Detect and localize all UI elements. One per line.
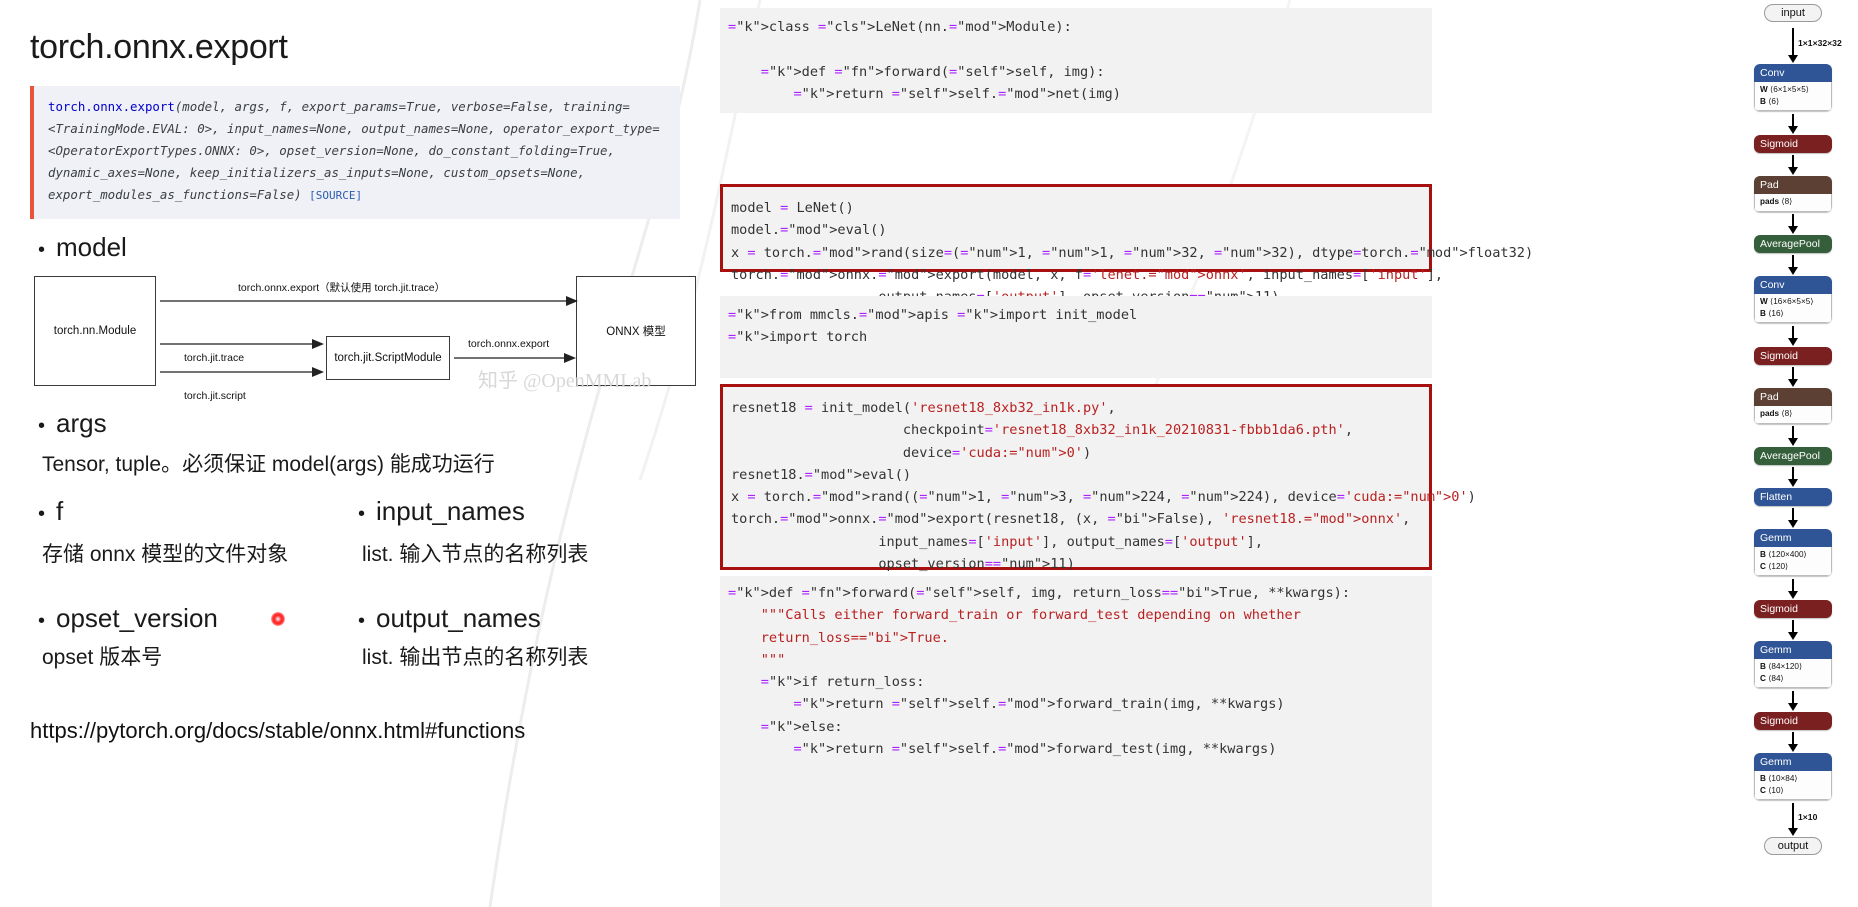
function-signature-text: torch.onnx.export(model, args, f, export… xyxy=(48,96,668,207)
onnx-node-type-label: Conv xyxy=(1754,276,1832,294)
source-link[interactable]: [SOURCE] xyxy=(309,189,362,202)
onnx-node-averagepool: AveragePool xyxy=(1754,447,1832,465)
bullet-model: • model xyxy=(38,232,127,263)
export-flow-diagram: torch.nn.Module torch.jit.ScriptModule O… xyxy=(30,276,696,402)
code-block-imports: ="k">from mmcls.="mod">apis ="k">import … xyxy=(720,296,1432,378)
bullet-opset-version-label: opset_version xyxy=(56,603,218,633)
bullet-input-names: • input_names xyxy=(358,496,525,527)
onnx-edge-arrow-icon xyxy=(1788,803,1798,836)
onnx-edge-arrow-icon xyxy=(1788,28,1798,63)
onnx-node-attributes: B ⟨10×84⟩ C ⟨10⟩ xyxy=(1754,771,1832,800)
onnx-edge-arrow-icon xyxy=(1788,467,1798,487)
bullet-dot-icon: • xyxy=(38,610,46,632)
onnx-edge-arrow-icon xyxy=(1788,326,1798,346)
onnx-node-attributes: B ⟨84×120⟩ C ⟨84⟩ xyxy=(1754,659,1832,688)
bullet-dot-icon: • xyxy=(38,415,46,437)
left-content-panel: torch.onnx.export torch.onnx.export(mode… xyxy=(0,0,720,907)
onnx-node-attributes: pads ⟨8⟩ xyxy=(1754,194,1832,212)
bullet-f-description: 存储 onnx 模型的文件对象 xyxy=(42,543,289,566)
onnx-node-type-label: AveragePool xyxy=(1754,447,1832,465)
onnx-node-conv: Conv W ⟨16×6×5×5⟩ B ⟨16⟩ xyxy=(1754,276,1832,323)
function-signature-box: torch.onnx.export(model, args, f, export… xyxy=(30,86,680,219)
onnx-node-type-label: Gemm xyxy=(1754,529,1832,547)
bullet-opset-version-description: opset 版本号 xyxy=(42,646,163,669)
bullet-dot-icon: • xyxy=(38,503,46,525)
diagram-label-export-right: torch.onnx.export xyxy=(468,338,550,350)
onnx-edge-arrow-icon xyxy=(1788,620,1798,640)
bullet-opset-version: • opset_version xyxy=(38,603,218,634)
onnx-node-sigmoid: Sigmoid xyxy=(1754,347,1832,365)
onnx-node-input: input xyxy=(1764,4,1822,22)
onnx-node-averagepool: AveragePool xyxy=(1754,235,1832,253)
bullet-output-names: • output_names xyxy=(358,603,541,634)
bullet-f-label: f xyxy=(56,496,64,526)
onnx-node-sigmoid: Sigmoid xyxy=(1754,712,1832,730)
onnx-edge-arrow-icon xyxy=(1788,367,1798,387)
onnx-node-type-label: Gemm xyxy=(1754,641,1832,659)
onnx-node-conv: Conv W ⟨6×1×5×5⟩ B ⟨6⟩ xyxy=(1754,64,1832,111)
bullet-input-names-description: list. 输入节点的名称列表 xyxy=(362,543,589,566)
onnx-node-sigmoid: Sigmoid xyxy=(1754,600,1832,618)
code-block-lenet-class: ="k">class ="cls">LeNet(nn.="mod">Module… xyxy=(720,8,1432,113)
onnx-node-type-label: Sigmoid xyxy=(1754,135,1832,153)
onnx-node-type-label: Pad xyxy=(1754,388,1832,406)
bullet-args-label: args xyxy=(56,408,107,438)
onnx-node-type-label: Gemm xyxy=(1754,753,1832,771)
onnx-edge-arrow-icon xyxy=(1788,155,1798,175)
bullet-dot-icon: • xyxy=(38,239,46,261)
onnx-node-type-label: Sigmoid xyxy=(1754,347,1832,365)
onnx-node-type-label: Sigmoid xyxy=(1754,712,1832,730)
onnx-edge-arrow-icon xyxy=(1788,732,1798,752)
onnx-edge-shape-label: 1×10 xyxy=(1798,812,1818,822)
onnx-graph-column: input 1×1×32×32 Conv W ⟨6×1×5×5⟩ B ⟨6⟩ Sigmoi… xyxy=(1740,0,1858,907)
bullet-dot-icon: • xyxy=(358,503,366,525)
onnx-edge-arrow-icon xyxy=(1788,508,1798,528)
watermark-text: 知乎 @OpenMMLab xyxy=(478,370,652,392)
onnx-edge-shape-label: 1×1×32×32 xyxy=(1798,38,1842,48)
code-block-resnet-export: resnet18 = init_model('resnet18_8xb32_in… xyxy=(720,384,1476,572)
onnx-edge-arrow-icon xyxy=(1788,426,1798,446)
bullet-args-description: Tensor, tuple。必须保证 model(args) 能成功运行 xyxy=(42,453,495,476)
onnx-node-attributes: B ⟨120×400⟩ C ⟨120⟩ xyxy=(1754,547,1832,576)
bullet-output-names-label: output_names xyxy=(376,603,541,633)
bullet-dot-icon: • xyxy=(358,610,366,632)
bullet-f: • f xyxy=(38,496,63,527)
onnx-node-pad: Pad pads ⟨8⟩ xyxy=(1754,388,1832,424)
onnx-node-type-label: Sigmoid xyxy=(1754,600,1832,618)
signature-fn-name: torch.onnx.export xyxy=(48,99,175,114)
onnx-node-flatten: Flatten xyxy=(1754,488,1832,506)
signature-params: (model, args, f, export_params=True, ver… xyxy=(48,99,660,202)
page-title: torch.onnx.export xyxy=(30,28,288,66)
bullet-model-label: model xyxy=(56,232,127,262)
code-block-forward-function: ="k">def ="fn">forward(="self">self, img… xyxy=(720,576,1432,907)
onnx-node-sigmoid: Sigmoid xyxy=(1754,135,1832,153)
code-panel: ="k">class ="cls">LeNet(nn.="mod">Module… xyxy=(720,0,1533,907)
onnx-node-type-label: Conv xyxy=(1754,64,1832,82)
documentation-url[interactable]: https://pytorch.org/docs/stable/onnx.htm… xyxy=(30,718,525,744)
onnx-node-gemm: Gemm B ⟨84×120⟩ C ⟨84⟩ xyxy=(1754,641,1832,688)
onnx-edge-arrow-icon xyxy=(1788,255,1798,275)
diagram-label-export-top: torch.onnx.export（默认使用 torch.jit.trace） xyxy=(238,282,446,294)
bullet-input-names-label: input_names xyxy=(376,496,525,526)
onnx-node-type-label: Flatten xyxy=(1754,488,1832,506)
onnx-node-gemm: Gemm B ⟨10×84⟩ C ⟨10⟩ xyxy=(1754,753,1832,800)
onnx-node-pad: Pad pads ⟨8⟩ xyxy=(1754,176,1832,212)
diagram-label-jit-trace: torch.jit.trace xyxy=(184,352,245,364)
onnx-edge-arrow-icon xyxy=(1788,114,1798,134)
bullet-output-names-description: list. 输出节点的名称列表 xyxy=(362,646,589,669)
onnx-node-attributes: pads ⟨8⟩ xyxy=(1754,406,1832,424)
onnx-edge-arrow-icon xyxy=(1788,579,1798,599)
onnx-node-output: output xyxy=(1764,837,1822,855)
onnx-edge-arrow-icon xyxy=(1788,214,1798,234)
onnx-node-type-label: AveragePool xyxy=(1754,235,1832,253)
onnx-node-type-label: Pad xyxy=(1754,176,1832,194)
onnx-node-gemm: Gemm B ⟨120×400⟩ C ⟨120⟩ xyxy=(1754,529,1832,576)
onnx-edge-arrow-icon xyxy=(1788,691,1798,711)
laser-pointer-dot-icon xyxy=(271,612,285,626)
diagram-label-jit-script: torch.jit.script xyxy=(184,390,246,402)
bullet-args: • args xyxy=(38,408,107,439)
code-block-lenet-export: model = LeNet() model.="mod">eval() x = … xyxy=(720,184,1533,305)
onnx-node-attributes: W ⟨6×1×5×5⟩ B ⟨6⟩ xyxy=(1754,82,1832,111)
onnx-node-attributes: W ⟨16×6×5×5⟩ B ⟨16⟩ xyxy=(1754,294,1832,323)
